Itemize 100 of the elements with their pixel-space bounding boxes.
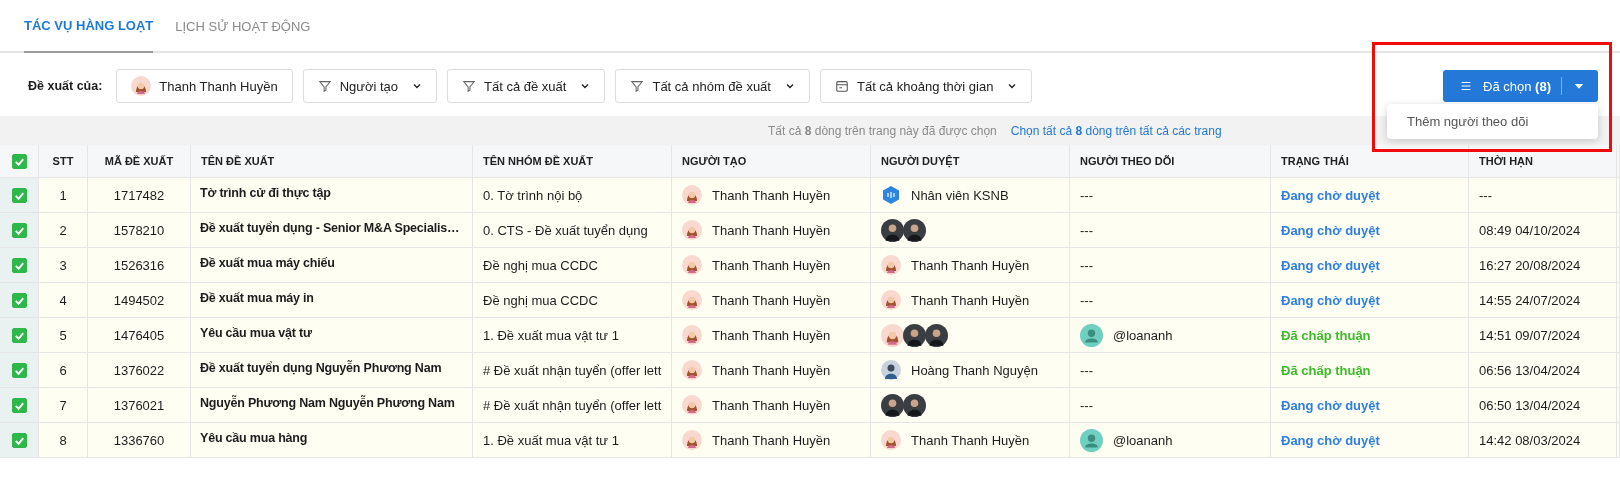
creator-name: Thanh Thanh Huyền <box>712 397 831 413</box>
column-header: TRẠNG THÁI <box>1281 155 1349 167</box>
table-cell: 1376021 <box>113 397 165 413</box>
status-label: Đang chờ duyệt <box>1281 222 1380 238</box>
follower-name: --- <box>1080 187 1093 203</box>
proposal-name: Nguyễn Phương Nam Nguyễn Phương Nam <box>200 396 455 410</box>
table-cell: 2 <box>59 222 67 238</box>
table-cell: 4 <box>59 292 67 308</box>
proposal-name: Yêu cầu mua hàng <box>200 431 308 445</box>
filter-button[interactable]: Người tạo <box>302 69 438 103</box>
table-cell: 16:27 20/08/2024 <box>1479 257 1581 273</box>
funnel-icon <box>630 79 645 93</box>
table-cell: 1336760 <box>113 432 165 448</box>
user-avatar-icon <box>1080 428 1103 452</box>
avatar-icon <box>682 185 702 205</box>
table-cell: 14:42 08/03/2024 <box>1479 432 1581 448</box>
checkbox[interactable] <box>11 327 27 343</box>
proposal-name: Yêu cầu mua vật tư <box>200 326 312 340</box>
checkbox[interactable] <box>11 222 27 238</box>
table-cell: 1526316 <box>113 257 165 273</box>
table-cell: 0. CTS - Đề xuất tuyển dụng <box>483 222 648 238</box>
proposal-name: Tờ trình cử đi thực tập <box>200 186 331 200</box>
filter-button[interactable]: Tất cả khoảng thời gian <box>819 69 1033 103</box>
creator-name: Thanh Thanh Huyền <box>712 327 831 343</box>
selected-dropdown-button[interactable]: Đã chọn (8) <box>1443 70 1598 102</box>
checkbox[interactable] <box>11 292 27 308</box>
table-cell: --- <box>1479 187 1492 203</box>
table-cell: 1494502 <box>113 292 165 308</box>
avatar-icon <box>881 290 901 310</box>
group-icon <box>881 185 901 205</box>
tab[interactable]: TÁC VỤ HÀNG LOẠT <box>24 0 154 53</box>
avatar-icon <box>881 430 901 450</box>
chevron-down-icon <box>580 81 591 91</box>
follower-name: --- <box>1080 362 1093 378</box>
table-cell: 1476405 <box>113 327 165 343</box>
table-cell: 6 <box>59 362 67 378</box>
checkbox[interactable] <box>11 187 27 203</box>
avatar-icon <box>682 255 702 275</box>
funnel-icon <box>462 79 477 93</box>
filter-button[interactable]: Thanh Thanh Huyền <box>116 69 293 103</box>
avatar-icon <box>682 290 702 310</box>
checkbox[interactable] <box>11 362 27 378</box>
table-cell: 1376022 <box>113 362 165 378</box>
table-cell: 1 <box>59 187 67 203</box>
follower-name: --- <box>1080 257 1093 273</box>
table-cell: 06:56 13/04/2024 <box>1479 362 1581 378</box>
selection-notice: Tất cả 8 dòng trên trang này đã được chọn <box>768 123 997 138</box>
table-cell: Đề nghị mua CCDC <box>483 257 598 273</box>
filter-button[interactable]: Tất cả nhóm đề xuất <box>615 69 810 103</box>
table-cell: 0. Tờ trình nội bộ <box>483 187 583 203</box>
column-header: TÊN ĐỀ XUẤT <box>201 155 275 167</box>
chevron-down-icon <box>784 81 795 91</box>
follower-name: --- <box>1080 397 1093 413</box>
table-cell: # Đề xuất nhận tuyển (offer lett <box>483 397 662 413</box>
table-cell: 14:51 09/07/2024 <box>1479 327 1581 343</box>
creator-name: Thanh Thanh Huyền <box>712 362 831 378</box>
avatar-icon <box>682 220 702 240</box>
table-cell: 1. Đề xuất mua vật tư 1 <box>483 327 619 343</box>
avatar-icon <box>881 360 901 380</box>
filter-button[interactable]: Tất cả đề xuất <box>447 69 606 103</box>
select-all-link[interactable]: Chọn tất cả 8 dòng trên tất cả các trang <box>1010 123 1222 138</box>
status-label: Đã chấp thuận <box>1281 362 1371 378</box>
tab[interactable]: LỊCH SỬ HOẠT ĐỘNG <box>175 0 311 53</box>
creator-name: Thanh Thanh Huyền <box>712 292 831 308</box>
table-cell: 7 <box>59 397 67 413</box>
checkbox[interactable] <box>11 397 27 413</box>
calendar-icon <box>834 79 849 93</box>
follower-name: @loananh <box>1113 432 1173 448</box>
table-cell: Đề nghị mua CCDC <box>483 292 598 308</box>
user-avatar-icon <box>1080 323 1103 347</box>
chevron-down-icon <box>1007 81 1018 91</box>
proposal-name: Đề xuất mua máy in <box>200 291 314 305</box>
table-cell: 1578210 <box>113 222 165 238</box>
checkbox[interactable] <box>11 432 27 448</box>
proposal-name: Đề xuất tuyển dụng - Senior M&A Specialis… <box>200 221 460 235</box>
checkbox[interactable] <box>11 153 27 169</box>
table-cell: 5 <box>59 327 67 343</box>
proposal-name: Đề xuất tuyển dụng Nguyễn Phương Nam <box>200 361 442 375</box>
avatar-icon <box>682 360 702 380</box>
status-label: Đang chờ duyệt <box>1281 292 1380 308</box>
menu-item[interactable]: Thêm người theo dõi <box>1387 104 1598 139</box>
chevron-down-icon <box>412 81 423 91</box>
follower-name: @loananh <box>1113 327 1173 343</box>
filter-label: Đề xuất của: <box>28 79 103 93</box>
avatar-icon <box>682 430 702 450</box>
column-header: NGƯỜI TẠO <box>682 155 747 167</box>
follower-name: --- <box>1080 222 1093 238</box>
table-cell: 3 <box>59 257 67 273</box>
column-header: NGƯỜI THEO DÕI <box>1080 155 1175 167</box>
creator-name: Thanh Thanh Huyền <box>712 257 831 273</box>
checkbox[interactable] <box>11 257 27 273</box>
status-label: Đang chờ duyệt <box>1281 257 1380 273</box>
creator-name: Thanh Thanh Huyền <box>712 432 831 448</box>
status-label: Đang chờ duyệt <box>1281 432 1380 448</box>
avatar-icon <box>131 76 152 96</box>
column-header: STT <box>52 155 74 167</box>
column-header: MÃ ĐỀ XUẤT <box>104 155 174 167</box>
table-cell: 14:55 24/07/2024 <box>1479 292 1581 308</box>
avatar-icon <box>682 325 702 345</box>
approver-name: Nhân viên KSNB <box>911 187 1009 203</box>
